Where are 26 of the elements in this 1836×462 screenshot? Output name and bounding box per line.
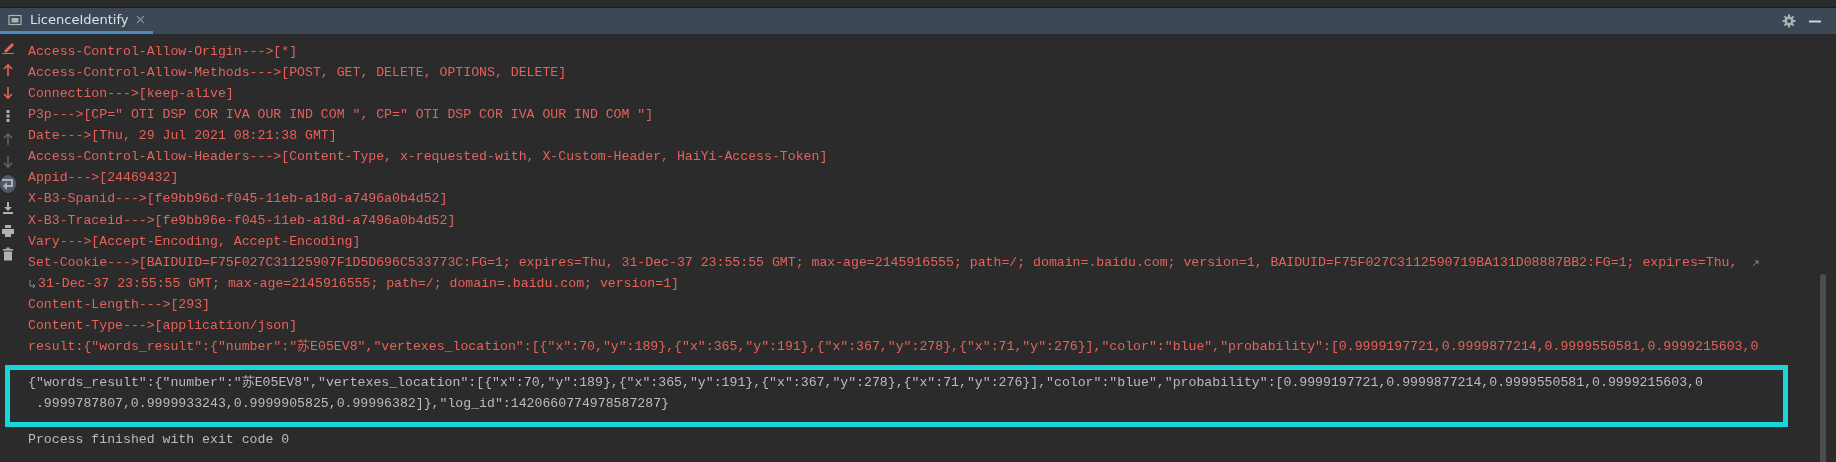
console-line: Date--->[Thu, 29 Jul 2021 08:21:38 GMT] bbox=[28, 127, 337, 146]
console-tab[interactable]: LicenceIdentify bbox=[0, 8, 154, 34]
console-line: result:{"words_result":{"number":"苏E05EV8","vertexes_location":[{"x":70,"y":189},{"x":365,"y":191},{"x":367,"y":278},{"x":71,"y":276}],"color":"blue","probability":[0.9999197721,0.9999877214,0.9999550581,0.9999215603,0 bbox=[28, 337, 1759, 356]
wrap-continue-icon bbox=[28, 278, 37, 288]
console-line: Access-Control-Allow-Headers--->[Content-Type, x-requested-with, X-Custom-Header, HaiYi-Access-Token] bbox=[28, 148, 828, 167]
console-line: Appid--->[24469432] bbox=[28, 169, 179, 188]
console-line: 31-Dec-37 23:55:55 GMT; max-age=2145916555; path=/; domain=.baidu.com; version=1] bbox=[38, 274, 680, 293]
console-window-icon bbox=[8, 13, 22, 26]
gear-icon bbox=[1782, 14, 1796, 28]
console-line: X-B3-Traceid--->[fe9bb96e-f045-11eb-a18d-a7496a0b4d52] bbox=[28, 211, 456, 230]
console-line: Access-Control-Allow-Methods--->[POST, GET, DELETE, OPTIONS, DELETE] bbox=[28, 64, 567, 83]
console-line: Vary--->[Accept-Encoding, Accept-Encoding] bbox=[28, 232, 361, 251]
console-line: Set-Cookie--->[BAIDUID=F75F027C31125907F1D5D696C533773C:FG=1; expires=Thu, 31-Dec-37 23:55:55 GMT; max-age=2145916555; path=/; domain=.baidu.com; version=1, BAIDUID=F75F027C3112590719BA131D08887BB2:FG=1; expires=Thu, bbox=[28, 253, 1738, 272]
console-line: Connection--->[keep-alive] bbox=[28, 85, 234, 104]
close-icon bbox=[136, 15, 146, 24]
minimize-icon bbox=[1809, 19, 1821, 23]
scrollbar-thumb[interactable] bbox=[1820, 274, 1826, 462]
wrap-arrow-icon bbox=[1751, 257, 1761, 267]
console-line: .9999787807,0.9999933243,0.9999905825,0.99996382]},"log_id":1420660774978587287} bbox=[35, 395, 669, 413]
console-line: Access-Control-Allow-Origin--->[*] bbox=[28, 43, 298, 61]
console-line: Process finished with exit code 0 bbox=[28, 431, 290, 450]
console-line: P3p--->[CP=" OTI DSP COR IVA OUR IND COM ", CP=" OTI DSP COR IVA OUR IND COM "] bbox=[28, 106, 654, 125]
console-line: Content-Type--->[application/json] bbox=[28, 316, 298, 335]
console-line: X-B3-Spanid--->[fe9bb96d-f045-11eb-a18d-a7496a0b4d52] bbox=[28, 190, 448, 209]
console-line: Content-Length--->[293] bbox=[28, 295, 211, 314]
console-line: {"words_result":{"number":"苏E05EV8","vertexes_location":[{"x":70,"y":189},{"x":365,"y":191},{"x":367,"y":278},{"x":71,"y":276}],"color":"blue","probability":[0.9999197721,0.9999877214,0.9999550581,0.9999215603,0 bbox=[28, 373, 1703, 392]
